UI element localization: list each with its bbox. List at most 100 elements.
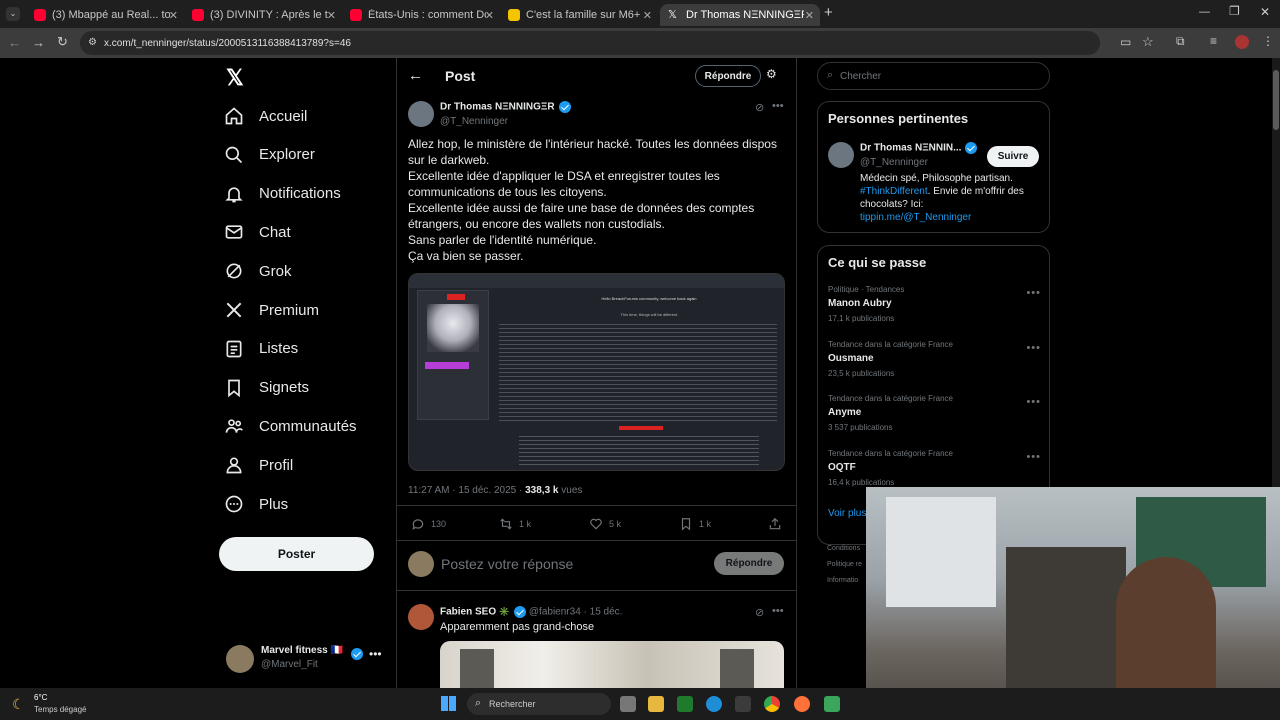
more-icon[interactable]: ••• [1026,342,1041,354]
sidebar-item-accueil[interactable]: Accueil [224,98,307,134]
trend-item[interactable]: Politique · Tendances Manon Aubry 17,1 k p… [828,285,1043,323]
browser-tab-active[interactable]: 𝕏Dr Thomas NΞNNINGΞR sur X :✕ [660,4,820,26]
sidebar-item-explorer[interactable]: Explorer [224,137,315,173]
close-window-button[interactable]: ✕ [1260,5,1270,19]
weather-icon[interactable]: ☾ [12,696,25,713]
app-icon[interactable] [824,696,840,712]
sidebar-item-notifications[interactable]: Notifications [224,176,341,212]
forward-icon[interactable]: → [32,35,45,50]
back-arrow-icon[interactable]: ← [408,67,423,84]
x-logo-icon[interactable]: 𝕏 [226,65,244,91]
more-icon[interactable]: ••• [772,605,784,617]
browser-tab[interactable]: États-Unis : comment Donald T✕ [342,4,500,26]
like-action[interactable]: 5 k [589,517,621,531]
page-title: Post [445,68,476,84]
url-text: x.com/t_nenninger/status/200051311638841… [104,37,351,49]
sidebar-item-chat[interactable]: Chat [224,214,291,250]
sidebar-item-listes[interactable]: Listes [224,331,298,367]
file-explorer-icon[interactable] [648,696,664,712]
task-view-icon[interactable] [620,696,636,712]
repost-action[interactable]: 1 k [499,517,531,531]
sidebar-item-profil[interactable]: Profil [224,447,293,483]
composer-avatar [408,551,434,577]
tab-list-icon[interactable]: ⌄ [6,7,20,21]
close-icon[interactable]: ✕ [485,9,494,22]
more-icon[interactable]: ••• [1026,287,1041,299]
taskbar-search[interactable]: ⌕ Rechercher [467,693,611,715]
footer-link[interactable]: Politique re [827,561,862,568]
scrollbar-thumb[interactable] [1273,70,1279,130]
trend-item[interactable]: Tendance dans la catégorie France Ousmane… [828,340,1043,378]
chrome-icon[interactable] [764,696,780,712]
sidebar-item-grok[interactable]: Grok [224,253,292,289]
grok-icon[interactable]: ⊘ [755,101,764,114]
composer-reply-button[interactable]: Répondre [714,552,784,575]
reply-header-button[interactable]: Répondre [695,65,761,87]
reply-action[interactable]: 130 [411,517,446,531]
tweet-image[interactable]: Hello BreachForums community, welcome ba… [408,273,785,471]
author-handle[interactable]: @T_Nenninger [440,116,508,127]
hashtag-link[interactable]: #ThinkDifferent [860,186,928,197]
minimize-button[interactable]: — [1199,6,1210,18]
footer-link[interactable]: Conditions [827,545,860,552]
new-tab-button[interactable]: + [824,4,833,21]
star-icon[interactable]: ☆ [1142,34,1154,50]
windows-start-icon[interactable] [441,696,456,711]
more-icon[interactable]: ••• [772,100,784,112]
close-icon[interactable]: ✕ [643,9,652,22]
trend-item[interactable]: Tendance dans la catégorie France OQTF 16,… [828,449,1043,487]
profile-avatar[interactable] [1235,35,1249,49]
sidebar-item-premium[interactable]: Premium [224,292,319,328]
share-action[interactable] [768,517,788,531]
tweet-timestamp[interactable]: 11:27 AM · 15 déc. 2025 · 338,3 k vues [408,485,582,496]
close-icon[interactable]: ✕ [327,9,336,22]
grok-icon[interactable]: ⊘ [755,606,764,619]
browser-tab[interactable]: C'est la famille sur M6+ : voir le✕ [500,4,658,26]
sidebar-item-communautes[interactable]: Communautés [224,408,357,444]
avatar[interactable] [828,142,854,168]
search-input[interactable]: ⌕ Chercher [817,62,1050,90]
section-title: Ce qui se passe [828,255,927,270]
address-bar[interactable]: ⚙ x.com/t_nenninger/status/2000513116388… [80,31,1100,55]
author-name[interactable]: Dr Thomas NΞNNINGΞR [440,101,571,113]
firefox-icon[interactable] [794,696,810,712]
sidebar-item-signets[interactable]: Signets [224,370,309,406]
extensions-icon[interactable]: ⧉ [1176,34,1185,49]
media-icon[interactable]: ≡ [1210,34,1217,48]
browser-tab[interactable]: (3) Mbappé au Real... touché p✕ [26,4,184,26]
edge-icon[interactable] [706,696,722,712]
trend-count: 23,5 k publications [828,368,895,378]
back-icon[interactable]: ← [8,35,21,50]
author-avatar[interactable] [408,101,434,127]
browser-tab[interactable]: (3) DIVINITY : Après le trailer, La✕ [184,4,342,26]
store-icon[interactable] [735,696,751,712]
cast-icon[interactable]: ▭ [1120,35,1131,49]
close-icon[interactable]: ✕ [169,9,178,22]
account-switcher[interactable]: Marvel fitness 🇫🇷 @Marvel_Fit ••• [226,643,396,675]
menu-icon[interactable]: ⋮ [1262,34,1274,48]
bookmark-action[interactable]: 1 k [679,517,711,531]
see-more-link[interactable]: Voir plus [828,508,866,519]
reload-icon[interactable]: ↻ [57,34,68,50]
xbox-icon[interactable] [677,696,693,712]
heart-icon [590,518,602,530]
bio-link[interactable]: tippin.me/@T_Nenninger [860,211,1045,224]
close-icon[interactable]: ✕ [805,9,814,22]
filter-icon[interactable]: ⚙ [766,67,777,81]
follow-button[interactable]: Suivre [987,146,1039,167]
reply-author[interactable]: Fabien SEO ✳️ @fabienr34 · 15 déc. [440,606,622,618]
reply-author-avatar[interactable] [408,604,434,630]
reply-input[interactable]: Postez votre réponse [441,556,573,572]
person-bio: Médecin spé, Philosophe partisan. #Think… [860,172,1045,224]
sidebar-item-plus[interactable]: Plus [224,486,288,522]
post-button[interactable]: Poster [219,537,374,571]
more-icon[interactable]: ••• [1026,396,1041,408]
trend-item[interactable]: Tendance dans la catégorie France Anyme 3 … [828,394,1043,432]
site-info-icon[interactable]: ⚙ [88,37,97,48]
footer-link[interactable]: Informatio [827,577,858,584]
person-name[interactable]: Dr Thomas NΞNNIN... [860,142,978,154]
more-icon[interactable]: ••• [369,647,382,661]
maximize-button[interactable]: ❐ [1229,4,1240,18]
more-icon[interactable]: ••• [1026,451,1041,463]
reply-image[interactable] [440,641,784,688]
